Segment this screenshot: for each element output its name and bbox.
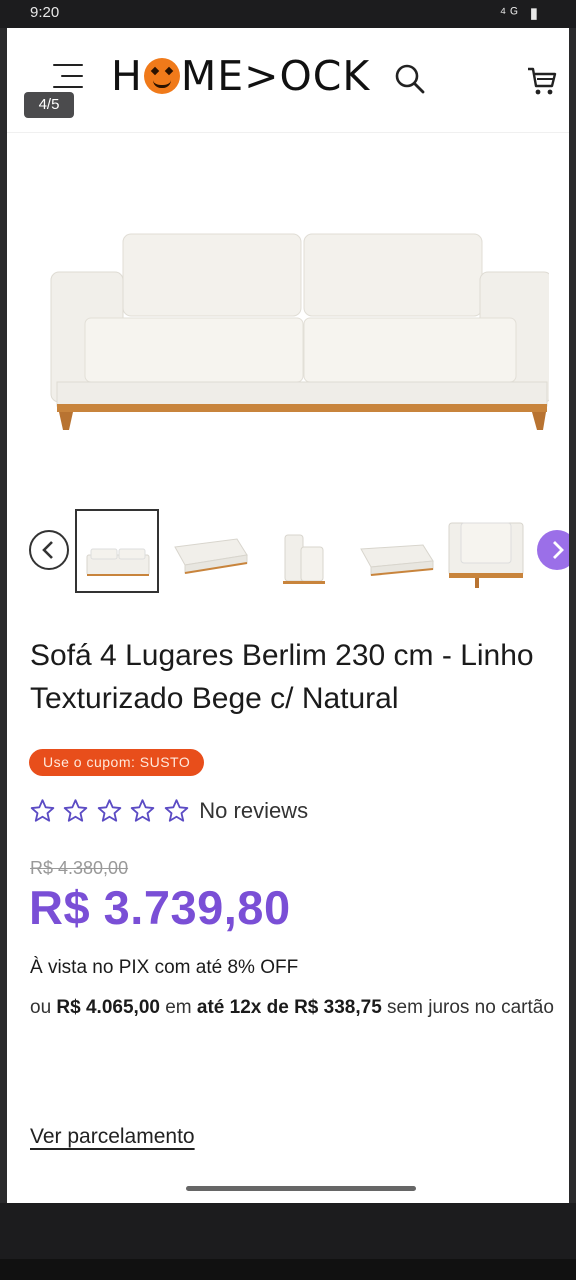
menu-icon[interactable] <box>53 64 83 90</box>
thumbnail-1[interactable] <box>75 509 159 593</box>
cart-icon[interactable] <box>525 64 559 98</box>
home-indicator[interactable] <box>186 1186 416 1191</box>
star-icon <box>62 798 89 824</box>
previous-arrow-icon[interactable] <box>29 530 69 570</box>
homedock-logo[interactable]: H ME>OCK <box>111 54 370 98</box>
installment-details-link[interactable]: Ver parcelamento <box>30 1125 195 1149</box>
installment-suffix: sem juros no cartão <box>381 997 554 1018</box>
pix-discount-text: À vista no PIX com até 8% OFF <box>30 957 299 978</box>
reviews-label: No reviews <box>199 798 309 823</box>
product-title: Sofá 4 Lugares Berlim 230 cm - Linho Tex… <box>30 639 534 715</box>
current-price: R$ 3.739,80 <box>29 881 291 934</box>
status-bar: 9:20 ⁴ᴳ ▮ <box>0 0 576 28</box>
logo-text-end: ME>OCK <box>180 52 371 100</box>
site-header: H ME>OCK 4/5 <box>7 28 569 133</box>
status-time: 9:20 <box>30 4 60 21</box>
coupon-badge: Use o cupom: SUSTO <box>29 749 205 776</box>
search-icon[interactable] <box>393 62 427 96</box>
installment-prefix: ou <box>30 997 57 1018</box>
pumpkin-icon <box>143 58 180 94</box>
thumbnail-4[interactable] <box>353 509 437 593</box>
rating-row[interactable]: No reviews <box>29 798 308 828</box>
installment-total: R$ 4.065,00 <box>56 997 160 1018</box>
thumbnail-2[interactable] <box>169 509 253 593</box>
star-icon <box>96 798 123 824</box>
system-bottom-bar <box>0 1203 576 1280</box>
installment-info: ou R$ 4.065,00 em até 12x de R$ 338,75 s… <box>30 989 566 1026</box>
navigation-strip <box>0 1259 576 1280</box>
star-icon <box>163 798 190 824</box>
old-price: R$ 4.380,00 <box>30 858 129 878</box>
status-icons: ⁴ᴳ ▮ <box>499 5 542 22</box>
app-screen: H ME>OCK 4/5 Sofá 4 Lugares Berlim 230 c… <box>7 28 569 1203</box>
next-arrow-icon[interactable] <box>537 530 569 570</box>
image-counter-badge: 4/5 <box>24 92 74 118</box>
installment-mid: em <box>159 997 197 1018</box>
thumbnail-3[interactable] <box>261 509 345 593</box>
installment-plan: até 12x de R$ 338,75 <box>196 997 382 1018</box>
product-main-image[interactable] <box>27 138 553 484</box>
thumbnail-carousel <box>7 506 569 596</box>
star-icon <box>29 798 56 824</box>
thumbnail-5[interactable] <box>445 509 529 593</box>
star-icon <box>129 798 156 824</box>
logo-text-start: H <box>111 52 143 100</box>
